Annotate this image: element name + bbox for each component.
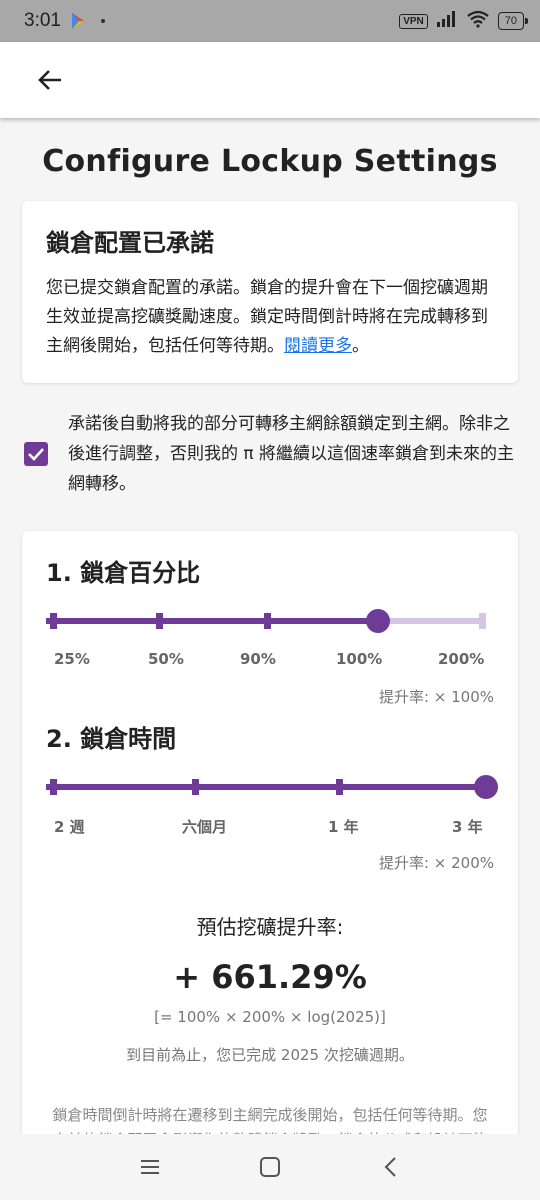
commitment-text: 您已提交鎖倉配置的承諾。鎖倉的提升會在下一個挖礦週期生效並提高挖礦獎勵速度。鎖定…	[46, 274, 494, 361]
estimate-section: 預估挖礦提升率: + 661.29% [= 100% × 200% × log(…	[46, 911, 494, 1065]
lockup-duration-title: 2. 鎖倉時間	[46, 725, 177, 753]
settings-card: 1. 鎖倉百分比 25% 50% 90% 100% 200% 提升率: × 10…	[22, 531, 518, 1134]
option-label[interactable]: 50%	[148, 650, 184, 668]
estimate-formula: [= 100% × 200% × log(2025)]	[154, 1008, 386, 1026]
estimate-cycles: 到目前為止，您已完成 2025 次挖礦週期。	[126, 1046, 414, 1064]
lockup-duration-slider[interactable]	[46, 772, 498, 802]
duration-boost: 提升率: × 200%	[378, 854, 494, 872]
menu-icon[interactable]	[130, 1147, 170, 1187]
slider-tick	[192, 779, 199, 795]
home-icon[interactable]	[250, 1147, 290, 1187]
slider-track-active	[46, 784, 486, 790]
option-label[interactable]: 100%	[336, 650, 382, 668]
commitment-card: 鎖倉配置已承諾 您已提交鎖倉配置的承諾。鎖倉的提升會在下一個挖礦週期生效並提高挖…	[22, 201, 518, 383]
option-label[interactable]: 1 年	[328, 816, 359, 837]
slider-tick	[156, 613, 163, 629]
back-arrow-icon[interactable]	[36, 66, 64, 94]
option-label[interactable]: 90%	[240, 650, 276, 668]
status-bar: 3:01 VPN 70	[0, 0, 540, 42]
notification-dot-icon	[100, 19, 105, 23]
estimate-value: + 661.29%	[173, 958, 367, 996]
option-label[interactable]: 2 週	[54, 816, 85, 837]
lockup-percentage-title: 1. 鎖倉百分比	[46, 559, 201, 587]
slider-tick	[264, 613, 271, 629]
option-label[interactable]: 200%	[438, 650, 484, 668]
main-content[interactable]: Configure Lockup Settings 鎖倉配置已承諾 您已提交鎖倉…	[0, 118, 540, 1134]
auto-lock-checkbox[interactable]	[24, 442, 48, 466]
lockup-percentage-labels: 25% 50% 90% 100% 200%	[46, 650, 494, 672]
slider-thumb[interactable]	[474, 775, 498, 799]
slider-tick	[336, 779, 343, 795]
slider-tick	[50, 613, 57, 629]
estimate-label: 預估挖礦提升率:	[196, 915, 344, 939]
lockup-percentage-slider[interactable]	[46, 606, 494, 636]
commitment-title: 鎖倉配置已承諾	[46, 229, 214, 257]
battery-indicator: 70	[497, 12, 529, 30]
wifi-icon	[466, 10, 490, 32]
lockup-duration-labels: 2 週 六個月 1 年 3 年	[46, 816, 494, 838]
option-label[interactable]: 25%	[54, 650, 90, 668]
check-icon	[28, 448, 44, 461]
auto-lock-row: 承諾後自動將我的部分可轉移主網餘額鎖定到主網。除非之後進行調整，否則我的 π 將…	[24, 409, 518, 499]
option-label[interactable]: 六個月	[182, 816, 227, 837]
slider-track-active	[46, 618, 368, 624]
vpn-badge: VPN	[399, 13, 428, 29]
option-label[interactable]: 3 年	[452, 816, 483, 837]
commitment-suffix: 。	[352, 336, 369, 356]
slider-thumb[interactable]	[366, 609, 390, 633]
app-bar	[0, 42, 540, 118]
slider-tick	[50, 779, 57, 795]
slider-tick	[479, 613, 486, 629]
back-nav-icon[interactable]	[370, 1147, 410, 1187]
estimate-note: 鎖倉時間倒計時將在遷移到主網完成後開始，包括任何等待期。您之前的鎖倉配置會影響您…	[52, 1106, 488, 1134]
page-title: Configure Lockup Settings	[42, 144, 498, 179]
read-more-link[interactable]: 閱讀更多	[284, 336, 352, 356]
system-nav-bar	[0, 1134, 540, 1200]
status-time: 3:01	[24, 10, 61, 31]
play-store-icon	[69, 12, 87, 30]
commitment-body: 您已提交鎖倉配置的承諾。鎖倉的提升會在下一個挖礦週期生效並提高挖礦獎勵速度。鎖定…	[46, 278, 488, 356]
auto-lock-text: 承諾後自動將我的部分可轉移主網餘額鎖定到主網。除非之後進行調整，否則我的 π 將…	[68, 414, 515, 494]
percentage-boost: 提升率: × 100%	[378, 688, 494, 706]
signal-icon	[436, 10, 458, 32]
